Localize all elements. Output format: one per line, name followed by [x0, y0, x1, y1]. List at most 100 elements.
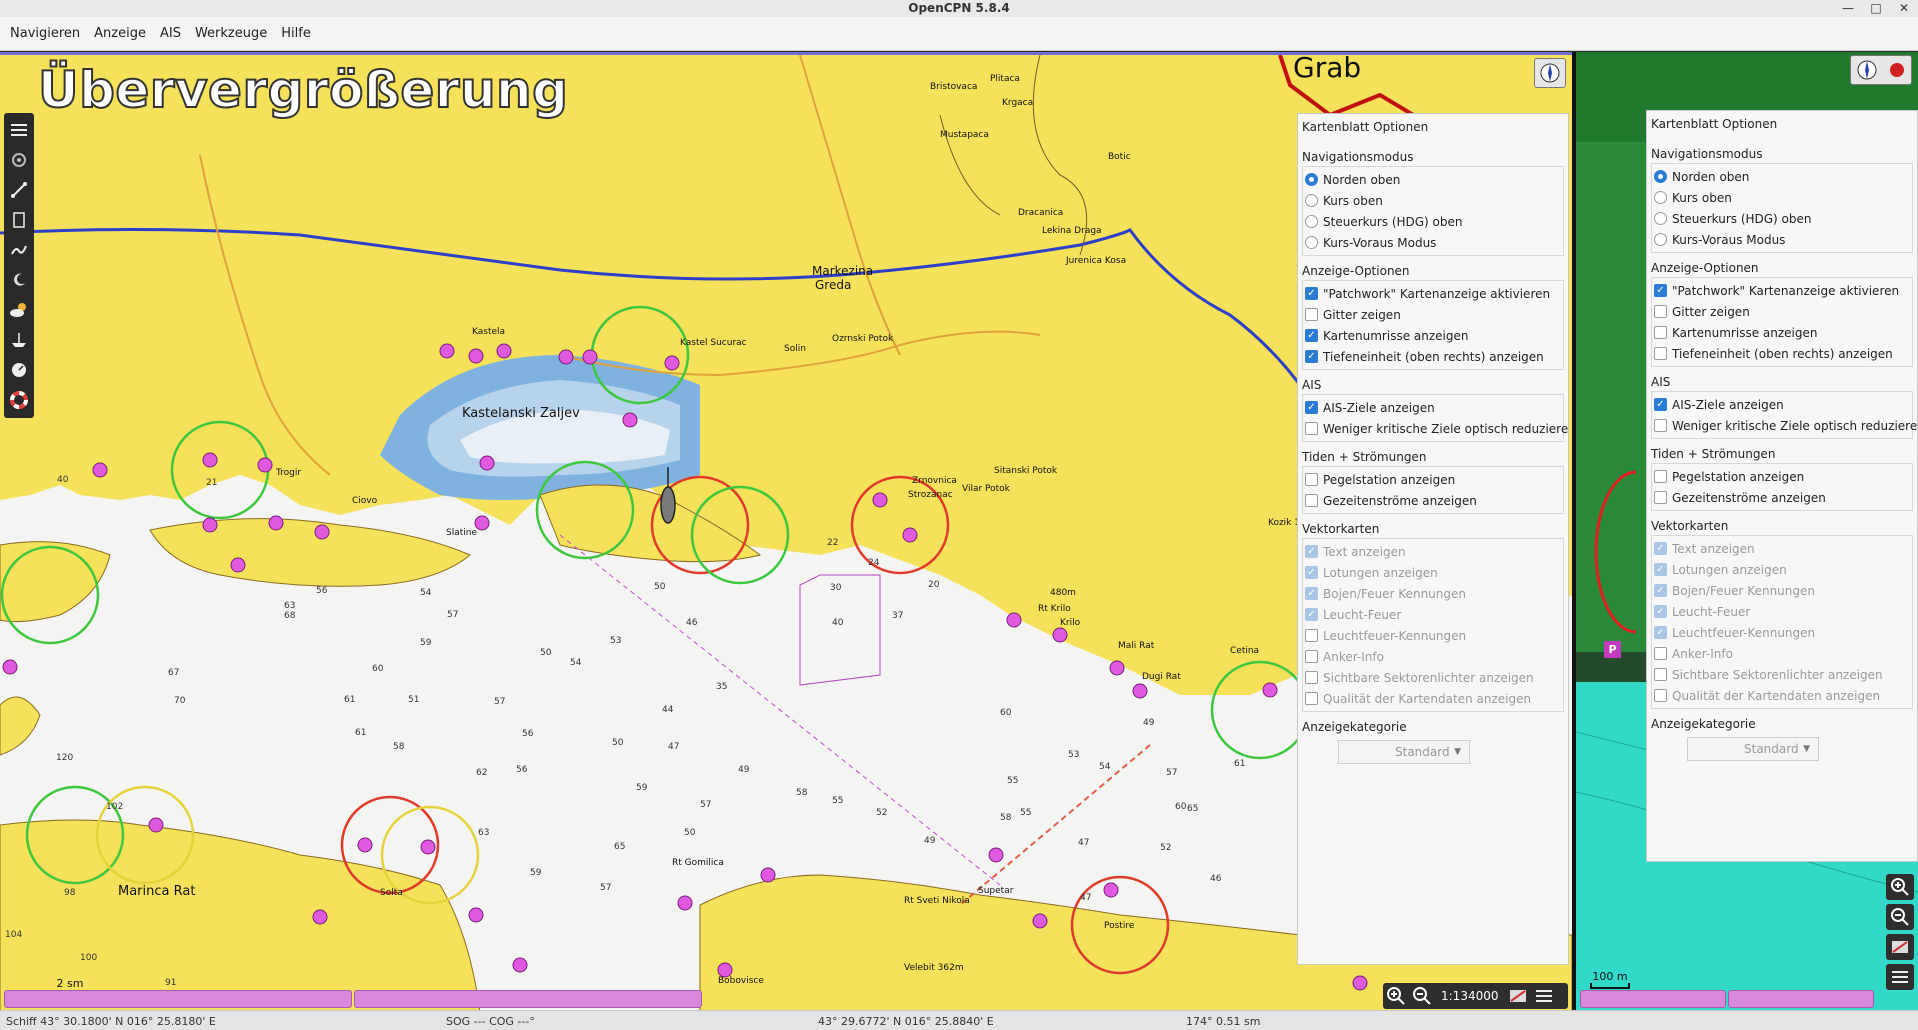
- option-nav-3[interactable]: Kurs-Voraus Modus: [1305, 232, 1563, 253]
- option-ais-0[interactable]: ✓ AIS-Ziele anzeigen: [1654, 394, 1912, 415]
- checkbox[interactable]: ✓: [1305, 401, 1318, 414]
- menu-werkzeuge[interactable]: Werkzeuge: [191, 20, 271, 47]
- option-ais-0[interactable]: ✓ AIS-Ziele anzeigen: [1305, 397, 1563, 418]
- option-display-2[interactable]: ✓ Kartenumrisse anzeigen: [1305, 325, 1563, 346]
- track-button[interactable]: [6, 237, 32, 263]
- route-manager-button[interactable]: [6, 207, 32, 233]
- zoom-out-button-right[interactable]: [1886, 904, 1914, 930]
- option-nav-0[interactable]: Norden oben: [1654, 166, 1912, 187]
- checkbox[interactable]: ✓: [1305, 287, 1318, 300]
- option-vector-6[interactable]: Sichtbare Sektorenlichter anzeigen: [1654, 664, 1912, 685]
- color-scheme-button[interactable]: [6, 267, 32, 293]
- chart-canvas-left[interactable]: Kastelanski Zaljev Markezina Greda Grab …: [0, 52, 1572, 1010]
- menu-navigieren[interactable]: Navigieren: [6, 20, 84, 47]
- chart-bar-key-4[interactable]: [1728, 990, 1874, 1008]
- mob-button[interactable]: [6, 387, 32, 413]
- option-display-2[interactable]: Kartenumrisse anzeigen: [1654, 322, 1912, 343]
- checkbox[interactable]: [1305, 629, 1318, 642]
- anchor-button[interactable]: [6, 327, 32, 353]
- checkbox[interactable]: ✓: [1305, 608, 1318, 621]
- checkbox[interactable]: [1305, 671, 1318, 684]
- option-vector-4[interactable]: ✓ Leuchtfeuer-Kennungen: [1654, 622, 1912, 643]
- option-vector-0[interactable]: ✓ Text anzeigen: [1654, 538, 1912, 559]
- option-vector-3[interactable]: ✓ Leucht-Feuer: [1305, 604, 1563, 625]
- option-vector-7[interactable]: Qualität der Kartendaten anzeigen: [1305, 688, 1563, 709]
- checkbox[interactable]: [1654, 419, 1667, 432]
- zoom-in-button[interactable]: [1383, 983, 1409, 1009]
- chart-bar-key-3[interactable]: [1580, 990, 1726, 1008]
- chart-bar-key-1[interactable]: [4, 990, 352, 1008]
- radio-button[interactable]: [1305, 215, 1318, 228]
- option-vector-2[interactable]: ✓ Bojen/Feuer Kennungen: [1305, 583, 1563, 604]
- route-button[interactable]: [6, 177, 32, 203]
- option-vector-1[interactable]: ✓ Lotungen anzeigen: [1654, 559, 1912, 580]
- option-nav-2[interactable]: Steuerkurs (HDG) oben: [1654, 208, 1912, 229]
- radio-button[interactable]: [1654, 212, 1667, 225]
- settings-button[interactable]: [6, 147, 32, 173]
- compass-rose-right[interactable]: [1850, 55, 1912, 85]
- checkbox[interactable]: [1305, 422, 1318, 435]
- option-display-1[interactable]: Gitter zeigen: [1654, 301, 1912, 322]
- checkbox[interactable]: [1654, 470, 1667, 483]
- dashboard-button[interactable]: [6, 357, 32, 383]
- option-tides-1[interactable]: Gezeitenströme anzeigen: [1305, 490, 1563, 511]
- checkbox[interactable]: ✓: [1305, 329, 1318, 342]
- checkbox[interactable]: [1305, 692, 1318, 705]
- checkbox[interactable]: [1654, 689, 1667, 702]
- option-vector-4[interactable]: Leuchtfeuer-Kennungen: [1305, 625, 1563, 646]
- checkbox[interactable]: ✓: [1654, 563, 1667, 576]
- option-vector-0[interactable]: ✓ Text anzeigen: [1305, 541, 1563, 562]
- menu-hilfe[interactable]: Hilfe: [277, 20, 315, 47]
- checkbox[interactable]: ✓: [1654, 626, 1667, 639]
- menu-toggle-button[interactable]: [6, 117, 32, 143]
- checkbox[interactable]: ✓: [1654, 284, 1667, 297]
- option-ais-1[interactable]: Weniger kritische Ziele optisch reduzier…: [1654, 415, 1917, 436]
- zoom-out-button[interactable]: [1409, 983, 1435, 1009]
- checkbox[interactable]: [1305, 308, 1318, 321]
- option-tides-0[interactable]: Pegelstation anzeigen: [1654, 466, 1912, 487]
- option-display-0[interactable]: ✓ "Patchwork" Kartenanzeige aktivieren: [1654, 280, 1912, 301]
- chart-menu-button-right[interactable]: [1886, 964, 1914, 990]
- option-vector-1[interactable]: ✓ Lotungen anzeigen: [1305, 562, 1563, 583]
- checkbox[interactable]: ✓: [1305, 566, 1318, 579]
- chart-menu-button[interactable]: [1531, 983, 1557, 1009]
- compass-rose-left[interactable]: [1534, 58, 1566, 88]
- checkbox[interactable]: [1654, 326, 1667, 339]
- chart-canvas-right[interactable]: P Kartenblatt Optionen Navigationsmodus No…: [1576, 52, 1918, 1010]
- chart-bar-key-2[interactable]: [354, 990, 702, 1008]
- checkbox[interactable]: [1654, 347, 1667, 360]
- checkbox[interactable]: [1305, 473, 1318, 486]
- radio-button[interactable]: [1305, 194, 1318, 207]
- checkbox[interactable]: [1654, 491, 1667, 504]
- checkbox[interactable]: ✓: [1654, 398, 1667, 411]
- checkbox[interactable]: ✓: [1654, 584, 1667, 597]
- checkbox[interactable]: ✓: [1305, 545, 1318, 558]
- option-nav-0[interactable]: Norden oben: [1305, 169, 1563, 190]
- option-vector-7[interactable]: Qualität der Kartendaten anzeigen: [1654, 685, 1912, 706]
- option-nav-3[interactable]: Kurs-Voraus Modus: [1654, 229, 1912, 250]
- weather-button[interactable]: [6, 297, 32, 323]
- radio-button[interactable]: [1654, 191, 1667, 204]
- option-vector-5[interactable]: Anker-Info: [1305, 646, 1563, 667]
- minimize-button[interactable]: —: [1842, 0, 1854, 17]
- checkbox[interactable]: [1305, 494, 1318, 507]
- option-display-3[interactable]: Tiefeneinheit (oben rechts) anzeigen: [1654, 343, 1912, 364]
- option-display-3[interactable]: ✓ Tiefeneinheit (oben rechts) anzeigen: [1305, 346, 1563, 367]
- menu-anzeige[interactable]: Anzeige: [90, 20, 150, 47]
- close-button[interactable]: ✕: [1898, 0, 1910, 17]
- radio-button[interactable]: [1305, 236, 1318, 249]
- checkbox[interactable]: [1654, 647, 1667, 660]
- option-nav-1[interactable]: Kurs oben: [1654, 187, 1912, 208]
- option-vector-6[interactable]: Sichtbare Sektorenlichter anzeigen: [1305, 667, 1563, 688]
- checkbox[interactable]: ✓: [1654, 542, 1667, 555]
- option-vector-5[interactable]: Anker-Info: [1654, 643, 1912, 664]
- display-category-select[interactable]: Standard ▼: [1687, 737, 1819, 761]
- option-nav-1[interactable]: Kurs oben: [1305, 190, 1563, 211]
- checkbox[interactable]: ✓: [1305, 350, 1318, 363]
- option-vector-2[interactable]: ✓ Bojen/Feuer Kennungen: [1654, 580, 1912, 601]
- checkbox[interactable]: [1654, 668, 1667, 681]
- radio-button[interactable]: [1305, 173, 1318, 186]
- option-display-0[interactable]: ✓ "Patchwork" Kartenanzeige aktivieren: [1305, 283, 1563, 304]
- chart-quilt-button[interactable]: [1505, 983, 1531, 1009]
- option-nav-2[interactable]: Steuerkurs (HDG) oben: [1305, 211, 1563, 232]
